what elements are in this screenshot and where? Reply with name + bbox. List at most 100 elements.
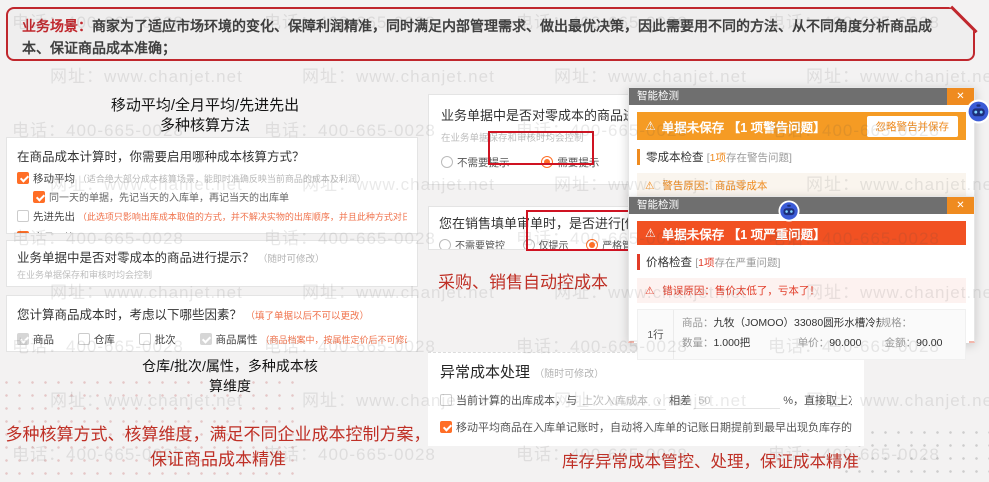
- abnormal-heading-text: 异常成本处理: [440, 364, 530, 381]
- abnormal-row1-text2: 相差: [669, 395, 691, 407]
- factor-batch-label: 批次: [155, 334, 176, 346]
- abnormal-row1-text3: %，直接取上次入库成本: [783, 395, 852, 407]
- zero-cost-subtitle: 在业务单据保存和审核时均会控制: [17, 268, 407, 281]
- annotation-dimensions-line1: 仓库/批次/属性，多种成本核: [90, 357, 370, 377]
- radio-icon-no-control[interactable]: [439, 239, 451, 250]
- factor-goods-label: 商品: [33, 334, 54, 346]
- zero-cost-check-line: 零成本检查 [1项存在警告问题]: [637, 149, 966, 165]
- option-same-day-order-label: 同一天的单据，先记当天的入库单，再记当天的出库单: [49, 193, 289, 204]
- zero-cost-radio-group-left: 不需要提示 需要提示: [17, 285, 407, 287]
- abnormal-row2-text: 移动平均商品在入库单记账时，自动将入库单的记账日期提前到最早出现负库存的单据之前: [456, 422, 852, 434]
- table-row-line2: 数量：1.000把 单价：90.000 金额：90.00: [682, 334, 957, 354]
- radio-no-control[interactable]: 不需要管控: [439, 241, 505, 250]
- factor-warehouse[interactable]: 仓库: [78, 334, 115, 346]
- factor-goods[interactable]: 商品: [17, 334, 54, 346]
- factor-warehouse-label: 仓库: [94, 334, 115, 346]
- option-fifo[interactable]: 先进先出 （此选项只影响出库成本取值的方式，并不解决实物的出库顺序，并且此种方式…: [17, 209, 407, 224]
- chevron-down-icon: ∨: [656, 397, 662, 406]
- checkbox-attribute[interactable]: [200, 333, 212, 345]
- watermark-text: 网址：www.chanjet.net: [302, 62, 495, 87]
- price-value: 90.000: [829, 337, 861, 349]
- checkbox-fifo[interactable]: [17, 210, 29, 222]
- factor-attribute[interactable]: 商品属性: [200, 334, 258, 346]
- annotation-scheme-line1: 多种核算方式、核算维度，满足不同企业成本控制方案，: [0, 423, 436, 448]
- warning-dialog-title: 智能检测: [637, 90, 679, 102]
- zero-cost-title: 业务单据中是否对零成本的商品进行提示？ （随时可修改）: [17, 247, 407, 266]
- error-warning-icon: ⚠: [645, 226, 656, 240]
- robot-mascot-icon-2: [778, 200, 800, 222]
- error-banner: ⚠ 单据未保存 【1 项严重问题】: [637, 221, 966, 245]
- option-fifo-label: 先进先出: [33, 211, 75, 223]
- checkbox-backdate-inbound[interactable]: [440, 421, 452, 433]
- cost-basis-select-value: 上次入库成本: [582, 395, 648, 407]
- error-banner-text: 单据未保存 【1 项严重问题】: [662, 224, 826, 243]
- option-moving-average-note: （适合绝大部分成本核算场景，能即时准确反映当前商品的成本及利润）: [78, 174, 366, 184]
- annotation-scheme: 多种核算方式、核算维度，满足不同企业成本控制方案， 保证商品成本精准: [0, 423, 436, 472]
- difference-percent-input[interactable]: 50: [694, 395, 780, 409]
- watermark-text: 网址：www.chanjet.net: [50, 62, 243, 87]
- checkbox-monthly-average[interactable]: [17, 231, 29, 234]
- watermark-text: 网址：www.chanjet.net: [554, 62, 747, 87]
- checkbox-same-day-order[interactable]: [33, 191, 45, 203]
- robot-mascot-icon: [966, 99, 989, 124]
- radio-icon-no-prompt[interactable]: [17, 286, 29, 287]
- scenario-label: 业务场景：: [22, 18, 92, 34]
- annotation-abnormal-control: 库存异常成本管控、处理，保证成本精准: [562, 451, 859, 475]
- zero-cost-title-text: 业务单据中是否对零成本的商品进行提示？: [17, 251, 255, 265]
- annotation-dimensions: 仓库/批次/属性，多种成本核 算维度: [90, 357, 370, 396]
- annotation-scheme-line2: 保证商品成本精准: [0, 448, 436, 473]
- option-monthly-average-note: （同一期间内的出库成本和月末结存相同，可在一定程度上修正价格的波动）: [78, 233, 384, 234]
- amount-label: 金额：: [885, 337, 917, 349]
- factor-title-text: 您计算商品成本时，考虑以下哪些因素？: [17, 308, 242, 322]
- abnormal-row-2: 移动平均商品在入库单记账时，自动将入库单的记账日期提前到最早出现负库存的单据之前…: [440, 419, 852, 435]
- checkbox-moving-average[interactable]: [17, 172, 29, 184]
- checkbox-batch[interactable]: [139, 333, 151, 345]
- highlight-box-below-cost: [526, 210, 636, 251]
- scenario-banner: 业务场景：商家为了适应市场环境的变化、保障利润精准，同时满足内部管理需求、做出最…: [6, 7, 975, 61]
- smart-check-warning-dialog: 智能检测 ✕ ⚠ 单据未保存 【1 项警告问题】 忽略警告并保存 零成本检查 […: [628, 87, 975, 198]
- radio-no-control-label: 不需要管控: [455, 241, 505, 250]
- warning-reason-label: 警告原因：: [662, 180, 715, 192]
- price-check-name: 价格检查: [646, 257, 692, 269]
- ignore-and-save-button[interactable]: 忽略警告并保存: [867, 116, 959, 137]
- option-monthly-average[interactable]: 全月平均 （同一期间内的出库成本和月末结存相同，可在一定程度上修正价格的波动）: [17, 230, 407, 234]
- warning-count: 1项: [710, 152, 726, 164]
- factor-attribute-note: （商品档案中，按属性定价后不可修改）: [260, 335, 407, 345]
- error-dialog-title: 智能检测: [637, 199, 679, 211]
- watermark-text: 网址：www.chanjet.net: [806, 62, 989, 87]
- error-count: 1项: [698, 257, 714, 269]
- error-dialog-body: ⚠ 单据未保存 【1 项严重问题】 价格检查 [1项存在严重问题] ⚠ 错误原因…: [629, 214, 974, 360]
- option-same-day-order[interactable]: 同一天的单据，先记当天的入库单，再记当天的出库单: [17, 189, 407, 204]
- highlight-box-zero-cost: [488, 131, 594, 165]
- warning-icon: ⚠: [645, 119, 656, 133]
- factor-title: 您计算商品成本时，考虑以下哪些因素？ （填了单据以后不可以更改）: [17, 304, 407, 323]
- table-row: 商品：九牧（JOMOO）33080圆形水槽冷热龙头 规格： 数量：1.000把 …: [674, 310, 965, 359]
- factor-panel: 您计算商品成本时，考虑以下哪些因素？ （填了单据以后不可以更改） 商品 仓库 批…: [6, 295, 418, 352]
- qty-label: 数量：: [682, 337, 714, 349]
- zero-cost-title-note: （随时可修改）: [258, 254, 325, 265]
- product-value: 九牧（JOMOO）33080圆形水槽冷热龙头: [714, 317, 881, 329]
- checkbox-warehouse[interactable]: [78, 333, 90, 345]
- scenario-text: 商家为了适应市场环境的变化、保障利润精准，同时满足内部管理需求、做出最优决策，因…: [22, 18, 932, 56]
- warning-reason-box: ⚠ 警告原因：商品零成本: [637, 173, 966, 198]
- option-moving-average-label: 移动平均: [33, 173, 75, 185]
- radio-icon-no-prompt-middle[interactable]: [441, 156, 453, 168]
- option-moving-average[interactable]: 移动平均 （适合绝大部分成本核算场景，能即时准确反映当前商品的成本及利润）: [17, 171, 407, 186]
- error-icon-small: ⚠: [645, 285, 654, 297]
- annotation-methods-line1: 移动平均/全月平均/先进先出: [30, 96, 380, 116]
- warning-dialog-body: ⚠ 单据未保存 【1 项警告问题】 忽略警告并保存 零成本检查 [1项存在警告问…: [629, 105, 974, 198]
- zero-cost-panel-left: 业务单据中是否对零成本的商品进行提示？ （随时可修改） 在业务单据保存和审核时均…: [6, 240, 418, 287]
- factor-batch[interactable]: 批次: [139, 334, 176, 346]
- option-monthly-average-label: 全月平均: [33, 232, 75, 234]
- price-check-line: 价格检查 [1项存在严重问题]: [637, 254, 966, 270]
- screenshot-stage: 业务场景：商家为了适应市场环境的变化、保障利润精准，同时满足内部管理需求、做出最…: [0, 0, 989, 482]
- product-label: 商品：: [682, 317, 714, 329]
- cost-basis-select[interactable]: 上次入库成本 ∨: [580, 392, 666, 410]
- checkbox-cost-difference[interactable]: [440, 394, 452, 406]
- radio-icon-need-prompt[interactable]: [117, 286, 129, 287]
- warning-dialog-titlebar: 智能检测 ✕: [629, 88, 974, 105]
- annotation-methods-line2: 多种核算方法: [30, 116, 380, 136]
- close-icon-2[interactable]: ✕: [947, 197, 974, 214]
- checkbox-goods[interactable]: [17, 333, 29, 345]
- spec-label: 规格：: [881, 317, 913, 329]
